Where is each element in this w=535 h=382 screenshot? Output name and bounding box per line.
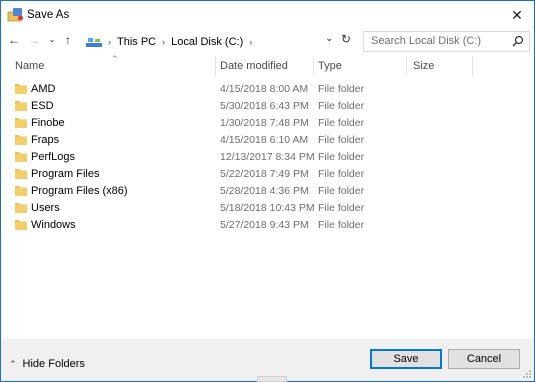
search-input[interactable]: Search Local Disk (C:) <box>363 31 530 52</box>
folder-icon <box>15 118 27 128</box>
column-divider[interactable] <box>406 56 407 76</box>
file-date: 5/30/2018 6:43 PM <box>220 100 309 112</box>
file-date: 12/13/2017 8:34 PM <box>220 151 315 163</box>
file-type: File folder <box>318 168 365 180</box>
list-item[interactable]: PerfLogs 12/13/2017 8:34 PM File folder <box>1 149 534 166</box>
search-placeholder: Search Local Disk (C:) <box>371 35 482 47</box>
close-button[interactable]: ✕ <box>500 1 534 29</box>
file-date: 4/15/2018 6:10 AM <box>220 134 309 146</box>
folder-icon <box>15 169 27 179</box>
breadcrumb-this-pc[interactable]: This PC <box>117 36 156 48</box>
column-header-name[interactable]: Name <box>15 60 44 72</box>
column-divider[interactable] <box>313 56 314 76</box>
column-header-size[interactable]: Size <box>413 60 434 72</box>
sort-caret-icon: ⌃ <box>111 54 119 64</box>
column-header-row: ⌃ Name Date modified Type Size <box>1 54 534 76</box>
save-as-icon <box>7 8 23 22</box>
file-name: Windows <box>31 219 76 231</box>
list-item[interactable]: Finobe 1/30/2018 7:48 PM File folder <box>1 115 534 132</box>
resize-grip-icon[interactable] <box>522 369 532 379</box>
save-as-dialog: Save As ✕ ← → ⌄ ↑ › This PC › Local Disk… <box>0 0 535 382</box>
column-header-date[interactable]: Date modified <box>220 60 288 72</box>
column-header-type[interactable]: Type <box>318 60 342 72</box>
file-type: File folder <box>318 202 365 214</box>
file-name: AMD <box>31 83 56 95</box>
list-item[interactable]: Users 5/18/2018 10:43 PM File folder <box>1 200 534 217</box>
folder-icon <box>15 203 27 213</box>
file-type: File folder <box>318 134 365 146</box>
file-name: Program Files (x86) <box>31 185 128 197</box>
list-item[interactable]: Program Files (x86) 5/28/2018 4:36 PM Fi… <box>1 183 534 200</box>
file-name: PerfLogs <box>31 151 76 163</box>
hide-folders-label: Hide Folders <box>22 358 85 370</box>
chevron-up-icon: ⌃ <box>9 358 17 369</box>
breadcrumb-local-disk[interactable]: Local Disk (C:) <box>171 36 243 48</box>
refresh-icon[interactable]: ↻ <box>341 32 351 46</box>
breadcrumb-separator-icon: › <box>249 36 253 47</box>
save-button[interactable]: Save <box>370 349 442 369</box>
folder-icon <box>15 101 27 111</box>
list-item[interactable]: ESD 5/30/2018 6:43 PM File folder <box>1 98 534 115</box>
file-type: File folder <box>318 185 365 197</box>
recent-locations-chevron-icon[interactable]: ⌄ <box>45 33 59 47</box>
back-arrow-icon[interactable]: ← <box>7 33 21 47</box>
file-type: File folder <box>318 117 365 129</box>
file-date: 4/15/2018 8:00 AM <box>220 83 309 95</box>
file-date: 1/30/2018 7:48 PM <box>220 117 309 129</box>
file-name: Fraps <box>31 134 60 146</box>
file-name: Program Files <box>31 168 100 180</box>
list-item[interactable]: AMD 4/15/2018 8:00 AM File folder <box>1 81 534 98</box>
file-name: Users <box>31 202 60 214</box>
file-type: File folder <box>318 100 365 112</box>
horizontal-scrollbar-thumb[interactable] <box>257 376 287 382</box>
list-item[interactable]: Windows 5/27/2018 9:43 PM File folder <box>1 217 534 234</box>
title-bar[interactable]: Save As ✕ <box>1 1 534 29</box>
column-divider[interactable] <box>472 56 473 76</box>
breadcrumb-separator-icon: › <box>108 36 111 47</box>
file-name: Finobe <box>31 117 65 129</box>
list-item[interactable]: Fraps 4/15/2018 6:10 AM File folder <box>1 132 534 149</box>
address-dropdown-icon[interactable]: ⌄ <box>325 33 333 44</box>
folder-icon <box>15 135 27 145</box>
search-icon <box>512 35 524 47</box>
folder-icon <box>15 152 27 162</box>
file-date: 5/22/2018 7:49 PM <box>220 168 309 180</box>
hide-folders-toggle[interactable]: ⌃ Hide Folders <box>9 358 85 370</box>
file-type: File folder <box>318 151 365 163</box>
folder-icon <box>15 84 27 94</box>
cancel-button[interactable]: Cancel <box>448 349 520 369</box>
forward-arrow-icon[interactable]: → <box>27 33 41 47</box>
file-name: ESD <box>31 100 54 112</box>
column-divider[interactable] <box>215 56 216 76</box>
file-date: 5/27/2018 9:43 PM <box>220 219 309 231</box>
folder-icon <box>15 220 27 230</box>
folder-icon <box>15 186 27 196</box>
window-title: Save As <box>27 9 70 21</box>
this-pc-icon <box>86 37 102 47</box>
address-bar[interactable]: › This PC › Local Disk (C:) › <box>85 31 331 52</box>
list-item[interactable]: Program Files 5/22/2018 7:49 PM File fol… <box>1 166 534 183</box>
close-icon: ✕ <box>511 6 523 23</box>
file-type: File folder <box>318 219 365 231</box>
file-type: File folder <box>318 83 365 95</box>
file-date: 5/28/2018 4:36 PM <box>220 185 309 197</box>
file-date: 5/18/2018 10:43 PM <box>220 202 315 214</box>
breadcrumb-separator-icon: › <box>162 36 166 47</box>
dialog-footer: ⌃ Hide Folders Save Cancel <box>1 339 534 381</box>
up-arrow-icon[interactable]: ↑ <box>61 33 75 47</box>
